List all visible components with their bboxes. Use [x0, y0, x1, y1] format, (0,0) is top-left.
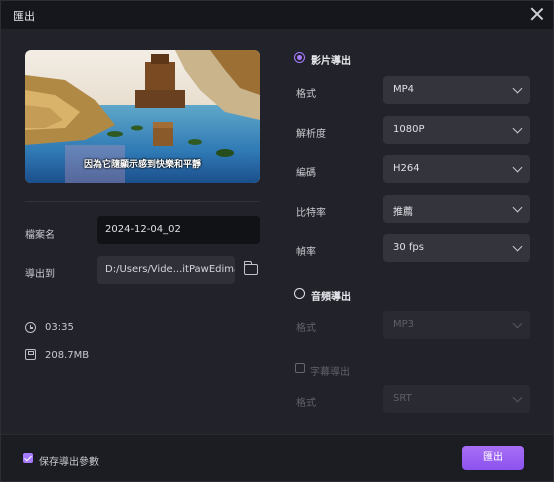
codec-value: H264	[393, 163, 420, 174]
audio-format-label: 格式	[296, 323, 316, 334]
dialog-title: 匯出	[13, 10, 35, 23]
chevron-down-icon	[512, 123, 523, 134]
subtitle-format-value: SRT	[393, 393, 412, 404]
bitrate-label: 比特率	[296, 208, 326, 219]
framerate-value: 30 fps	[393, 242, 424, 253]
video-export-label: 影片導出	[311, 56, 351, 67]
bitrate-value: 推薦	[393, 207, 413, 218]
export-path-label: 導出到	[25, 269, 55, 280]
chevron-down-icon	[512, 162, 523, 173]
save-params-label: 保存導出參數	[39, 457, 99, 468]
audio-format-select[interactable]: MP3	[383, 311, 530, 339]
audio-export-radio[interactable]	[294, 288, 305, 299]
export-path-field[interactable]: D:/Users/Vide...itPawEdimakor	[97, 256, 235, 284]
file-name-input[interactable]: 2024-12-04_02	[97, 216, 260, 244]
save-params-checkbox[interactable]	[23, 453, 33, 463]
chevron-down-icon	[512, 318, 523, 329]
format-label: 格式	[296, 89, 316, 100]
codec-select[interactable]: H264	[383, 155, 530, 183]
format-select[interactable]: MP4	[383, 76, 530, 104]
video-export-radio[interactable]	[294, 52, 305, 63]
audio-format-value: MP3	[393, 319, 415, 330]
export-button[interactable]: 匯出	[462, 446, 524, 470]
subtitle-format-select[interactable]: SRT	[383, 385, 530, 413]
export-dialog: 匯出 因為它隨顯示感到快樂和平靜 檔案名 2024-12-04_02 導出到 D…	[0, 0, 554, 482]
chevron-down-icon	[512, 392, 523, 403]
chevron-down-icon	[512, 83, 523, 94]
subtitle-export-checkbox[interactable]	[295, 363, 305, 373]
folder-icon[interactable]	[243, 261, 258, 275]
duration-text: 03:35	[45, 322, 74, 333]
subtitle-format-label: 格式	[296, 398, 316, 409]
bitrate-select[interactable]: 推薦	[383, 195, 530, 223]
subtitle-export-label: 字幕導出	[310, 367, 350, 378]
framerate-select[interactable]: 30 fps	[383, 234, 530, 262]
resolution-label: 解析度	[296, 129, 326, 140]
framerate-label: 幀率	[296, 247, 316, 258]
chevron-down-icon	[512, 241, 523, 252]
file-size-text: 208.7MB	[45, 350, 90, 361]
format-value: MP4	[393, 84, 415, 95]
audio-export-label: 音頻導出	[311, 292, 351, 303]
preview-subtitle: 因為它隨顯示感到快樂和平靜	[83, 160, 201, 170]
video-preview: 因為它隨顯示感到快樂和平靜	[25, 50, 260, 183]
clock-icon	[25, 322, 36, 333]
file-name-label: 檔案名	[25, 230, 55, 241]
divider	[25, 201, 260, 202]
title-bar: 匯出	[1, 1, 553, 29]
codec-label: 編碼	[296, 168, 316, 179]
chevron-down-icon	[512, 202, 523, 213]
resolution-select[interactable]: 1080P	[383, 116, 530, 144]
file-size-icon	[25, 349, 36, 360]
close-icon[interactable]	[529, 6, 545, 22]
resolution-value: 1080P	[393, 124, 425, 135]
